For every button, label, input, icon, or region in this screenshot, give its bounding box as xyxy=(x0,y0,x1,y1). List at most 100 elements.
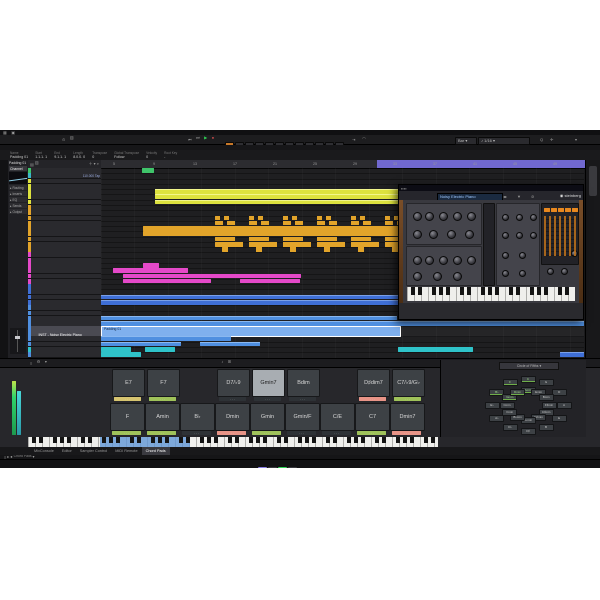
arrange-event[interactable] xyxy=(101,346,131,352)
preset-save-icon[interactable]: ▼ xyxy=(517,194,521,199)
plugin-knob[interactable] xyxy=(502,232,509,239)
setup-icon[interactable]: ⊙ xyxy=(62,137,65,142)
chord-pads-keyboard[interactable] xyxy=(28,437,438,447)
cof-chord-Fmin[interactable]: Fmin xyxy=(502,409,518,416)
chord-pad-minibar[interactable]: · · · xyxy=(252,430,281,435)
chord-pad-minibar[interactable]: · · · xyxy=(394,396,421,401)
arrange-event[interactable] xyxy=(143,263,159,268)
arrange-event[interactable] xyxy=(101,315,397,321)
plugin-knob[interactable] xyxy=(502,252,509,259)
chord-pad-minibar[interactable]: · · · xyxy=(112,430,141,435)
chord-pad-minibar[interactable]: · · · xyxy=(114,396,141,401)
plugin-knob[interactable] xyxy=(439,256,448,265)
cof-chord-Cmin[interactable]: Cmin xyxy=(499,401,515,409)
chord-pad-minibar[interactable]: · · · xyxy=(392,430,421,435)
chord-pad-minibar[interactable]: · · · xyxy=(357,430,386,435)
preset-prev-icon[interactable]: ◂▸ xyxy=(503,194,507,199)
chord-pads-settings-icon[interactable]: ⚙ xyxy=(37,359,41,364)
plugin-knob[interactable] xyxy=(467,256,476,265)
arrange-event[interactable] xyxy=(142,168,154,173)
plugin-knob[interactable] xyxy=(447,230,456,239)
arrange-event[interactable] xyxy=(123,273,301,279)
zones-icon[interactable]: ▥ xyxy=(70,135,74,140)
info-field[interactable]: Transpose 0 xyxy=(92,151,107,160)
arrange-event[interactable] xyxy=(101,352,141,357)
chord-pad-row2-2[interactable]: B♭ xyxy=(180,403,215,431)
circle-of-fifths-dropdown[interactable]: Circle of Fifths ▾ xyxy=(499,362,559,370)
chord-pad-row1-4[interactable]: Gmin7 xyxy=(252,369,285,397)
cof-chord-D♭[interactable]: D♭ xyxy=(502,424,518,432)
arrange-event[interactable] xyxy=(145,346,175,352)
cycle-button[interactable]: ⟲ xyxy=(258,467,267,468)
chord-pad-minibar[interactable]: · · · xyxy=(359,396,386,401)
cof-chord-Dmin[interactable]: Dmin xyxy=(510,388,525,396)
info-field[interactable]: Velocity 0 xyxy=(146,151,157,160)
track-filter-icon[interactable]: ▾ xyxy=(94,161,96,166)
chord-pad-minibar[interactable]: · · · xyxy=(149,396,176,401)
rewind-icon[interactable]: ⏮ xyxy=(188,137,192,142)
chord-pads-grid-icon[interactable]: ⊞ xyxy=(228,359,231,364)
record-icon[interactable]: ● xyxy=(212,135,214,140)
arp-step-cell[interactable] xyxy=(544,208,550,212)
chord-pad-minibar[interactable]: · · · xyxy=(182,430,211,435)
chord-pad-row2-0[interactable]: F xyxy=(110,403,145,431)
arrange-event[interactable] xyxy=(200,341,260,347)
toolbar-options-icon[interactable]: ▾ xyxy=(575,137,577,142)
chord-pad-row1-0[interactable]: E7 xyxy=(112,369,145,397)
cof-chord-F♯min[interactable]: F♯min xyxy=(541,401,557,409)
plugin-knob[interactable] xyxy=(453,212,462,221)
plugin-knob[interactable] xyxy=(413,212,422,221)
plugin-knob[interactable] xyxy=(413,272,422,281)
chord-pad-row2-4[interactable]: Gmin xyxy=(250,403,285,431)
arrange-event[interactable] xyxy=(560,352,584,357)
chord-pad-row2-6[interactable]: C/E xyxy=(320,403,355,431)
plugin-knob[interactable] xyxy=(519,270,526,277)
plugin-knob[interactable] xyxy=(519,252,526,259)
snap-magnet-icon[interactable]: ⌒ xyxy=(362,137,366,142)
cof-chord-B[interactable]: B xyxy=(538,424,554,432)
info-field[interactable]: Global Transpose Follow xyxy=(114,151,139,160)
info-field[interactable]: Name Padding 01 xyxy=(10,151,28,160)
cof-chord-D[interactable]: D xyxy=(551,388,567,396)
chord-pad-row1-8[interactable]: C7/♭9/G♭ xyxy=(392,369,425,397)
arrange-event[interactable] xyxy=(398,346,473,352)
arrange-event[interactable] xyxy=(113,268,188,273)
vertical-scrollbar[interactable] xyxy=(589,166,597,196)
chord-pad-row1-1[interactable]: F7 xyxy=(147,369,180,397)
autoscroll-icon[interactable]: ⇥ xyxy=(352,137,355,142)
lower-zone-tab-editor[interactable]: Editor xyxy=(58,447,76,455)
lower-zone-tab-chord-pads[interactable]: Chord Pads xyxy=(141,447,170,455)
plugin-knob[interactable] xyxy=(413,256,422,265)
chord-pad-minibar[interactable]: · · · xyxy=(322,430,351,435)
chord-pad-minibar[interactable]: · · · xyxy=(254,396,281,401)
stop-button[interactable]: ■ xyxy=(268,467,277,468)
chord-pad-minibar[interactable]: · · · xyxy=(217,430,246,435)
arrange-event[interactable] xyxy=(101,336,231,341)
plugin-knob[interactable] xyxy=(433,272,442,281)
info-field[interactable]: End 9.1.1. 1 xyxy=(54,151,66,160)
cof-chord-F[interactable]: F xyxy=(502,378,518,386)
info-field[interactable]: Root Key - xyxy=(164,151,177,160)
chord-pad-row1-7[interactable]: D♯dim7 xyxy=(357,369,390,397)
play-button[interactable]: ▶ xyxy=(278,467,287,468)
expand-all-icon[interactable]: ▥ xyxy=(35,160,39,165)
chord-pad-minibar[interactable]: · · · xyxy=(289,396,316,401)
lower-zone-tab-midi-remote[interactable]: MIDI Remote xyxy=(111,447,141,455)
cof-chord-A[interactable]: A xyxy=(556,401,572,409)
cof-chord-E♭[interactable]: E♭ xyxy=(484,401,500,409)
plugin-knob[interactable] xyxy=(516,214,523,221)
chord-pad-row2-8[interactable]: Dmin7 xyxy=(390,403,425,431)
plugin-knob[interactable] xyxy=(530,232,537,239)
chord-pads-note-icon[interactable]: ♪ xyxy=(221,359,223,364)
grid-type-dropdown[interactable]: Bar ▾ xyxy=(455,136,477,145)
chord-pad-minibar[interactable]: · · · xyxy=(287,430,316,435)
plugin-knob[interactable] xyxy=(413,230,422,239)
plugin-keyboard[interactable] xyxy=(407,287,575,301)
plugin-knob[interactable] xyxy=(561,268,568,275)
play-icon[interactable]: ▶ xyxy=(204,135,207,140)
chord-pad-row1-3[interactable]: D7/♭9 xyxy=(217,369,250,397)
info-field[interactable]: Start 1.1.1. 1 xyxy=(35,151,47,160)
plugin-knob[interactable] xyxy=(453,256,462,265)
plugin-knob[interactable] xyxy=(429,230,438,239)
chord-pads-menu-icon[interactable]: ≡ xyxy=(30,361,32,366)
